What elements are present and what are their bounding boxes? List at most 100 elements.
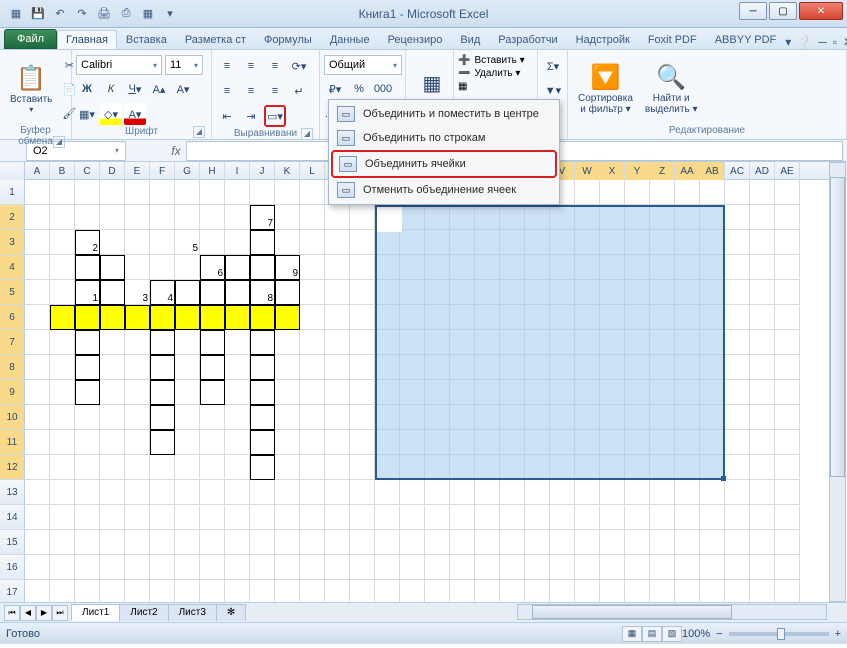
cell[interactable]: [250, 405, 275, 430]
cell[interactable]: [125, 180, 150, 205]
cell[interactable]: [575, 555, 600, 580]
cell[interactable]: [275, 580, 300, 602]
cell[interactable]: [750, 230, 775, 255]
cell[interactable]: [150, 180, 175, 205]
row-header-15[interactable]: 15: [0, 530, 25, 555]
cell[interactable]: [750, 380, 775, 405]
qat-preview-icon[interactable]: ⎙: [116, 4, 136, 24]
cell[interactable]: [775, 455, 800, 480]
cell[interactable]: [675, 530, 700, 555]
cell[interactable]: [125, 255, 150, 280]
cell[interactable]: [225, 580, 250, 602]
qat-print-icon[interactable]: 🖨: [94, 4, 114, 24]
cell[interactable]: [750, 505, 775, 530]
cell[interactable]: [75, 255, 100, 280]
sheet-nav-next[interactable]: ▶: [36, 605, 52, 621]
cell[interactable]: [150, 205, 175, 230]
cell[interactable]: [150, 305, 175, 330]
row-header-6[interactable]: 6: [0, 305, 25, 330]
cell[interactable]: [350, 480, 375, 505]
cell[interactable]: [600, 480, 625, 505]
cell[interactable]: [375, 505, 400, 530]
cell[interactable]: [50, 305, 75, 330]
cell[interactable]: [775, 530, 800, 555]
row-header-10[interactable]: 10: [0, 405, 25, 430]
cell[interactable]: [400, 530, 425, 555]
cell[interactable]: [750, 405, 775, 430]
cell[interactable]: [275, 530, 300, 555]
row-header-4[interactable]: 4: [0, 255, 25, 280]
cell[interactable]: [75, 355, 100, 380]
cell[interactable]: [50, 455, 75, 480]
cell[interactable]: [100, 430, 125, 455]
cell[interactable]: [775, 330, 800, 355]
cell[interactable]: [25, 430, 50, 455]
cell[interactable]: [725, 230, 750, 255]
cell[interactable]: [100, 205, 125, 230]
cell[interactable]: [350, 205, 375, 230]
column-header-AB[interactable]: AB: [700, 162, 725, 180]
cell[interactable]: [750, 455, 775, 480]
cell[interactable]: [725, 480, 750, 505]
cell[interactable]: [75, 330, 100, 355]
font-name-combo[interactable]: Calibri▾: [76, 55, 162, 75]
cell[interactable]: [75, 380, 100, 405]
cell[interactable]: [750, 580, 775, 602]
cell[interactable]: [450, 555, 475, 580]
cell[interactable]: [100, 530, 125, 555]
cell[interactable]: [725, 330, 750, 355]
cell[interactable]: [75, 530, 100, 555]
select-all-corner[interactable]: [0, 162, 25, 180]
cell[interactable]: [550, 580, 575, 602]
cell[interactable]: [625, 555, 650, 580]
view-pagebreak-button[interactable]: ▧: [662, 626, 682, 642]
cell[interactable]: [225, 405, 250, 430]
column-header-F[interactable]: F: [150, 162, 175, 180]
cell[interactable]: [125, 305, 150, 330]
cell[interactable]: [150, 430, 175, 455]
currency-button[interactable]: ₽▾: [324, 78, 346, 100]
row-header-7[interactable]: 7: [0, 330, 25, 355]
cell[interactable]: [775, 255, 800, 280]
cell[interactable]: [575, 580, 600, 602]
row-header-2[interactable]: 2: [0, 205, 25, 230]
cell[interactable]: [150, 455, 175, 480]
cell[interactable]: [25, 555, 50, 580]
sort-filter-button[interactable]: 🔽 Сортировка и фильтр ▾: [572, 52, 639, 124]
cell[interactable]: [675, 555, 700, 580]
increase-indent-button[interactable]: ⇥: [240, 105, 262, 127]
fx-icon[interactable]: fx: [166, 144, 186, 158]
zoom-in-button[interactable]: +: [835, 628, 841, 640]
cell[interactable]: [150, 355, 175, 380]
cell[interactable]: [550, 480, 575, 505]
cell[interactable]: [650, 555, 675, 580]
cell[interactable]: [725, 255, 750, 280]
cell[interactable]: [725, 205, 750, 230]
cell[interactable]: [325, 555, 350, 580]
cell[interactable]: [175, 255, 200, 280]
cell[interactable]: [175, 180, 200, 205]
column-header-W[interactable]: W: [575, 162, 600, 180]
insert-cells-button[interactable]: ➕Вставить ▾: [458, 55, 533, 66]
qat-save-icon[interactable]: 💾: [28, 4, 48, 24]
cell[interactable]: [725, 280, 750, 305]
thousands-button[interactable]: 000: [372, 78, 394, 100]
cell[interactable]: [325, 330, 350, 355]
cell[interactable]: [725, 180, 750, 205]
horizontal-scrollbar[interactable]: [517, 604, 827, 620]
cell[interactable]: [675, 180, 700, 205]
merge-center-button[interactable]: ▭▾: [264, 105, 286, 127]
cell[interactable]: [300, 205, 325, 230]
cell[interactable]: [300, 330, 325, 355]
ribbon-tab-10[interactable]: ABBYY PDF: [706, 30, 786, 49]
cell[interactable]: [400, 505, 425, 530]
cell[interactable]: [750, 430, 775, 455]
column-header-X[interactable]: X: [600, 162, 625, 180]
cell[interactable]: [275, 205, 300, 230]
cell[interactable]: [100, 480, 125, 505]
underline-button[interactable]: Ч▾: [124, 78, 146, 100]
cell[interactable]: [525, 505, 550, 530]
zoom-slider[interactable]: [729, 632, 829, 636]
close-button[interactable]: ✕: [799, 2, 843, 20]
find-select-button[interactable]: 🔍 Найти и выделить ▾: [639, 52, 704, 124]
